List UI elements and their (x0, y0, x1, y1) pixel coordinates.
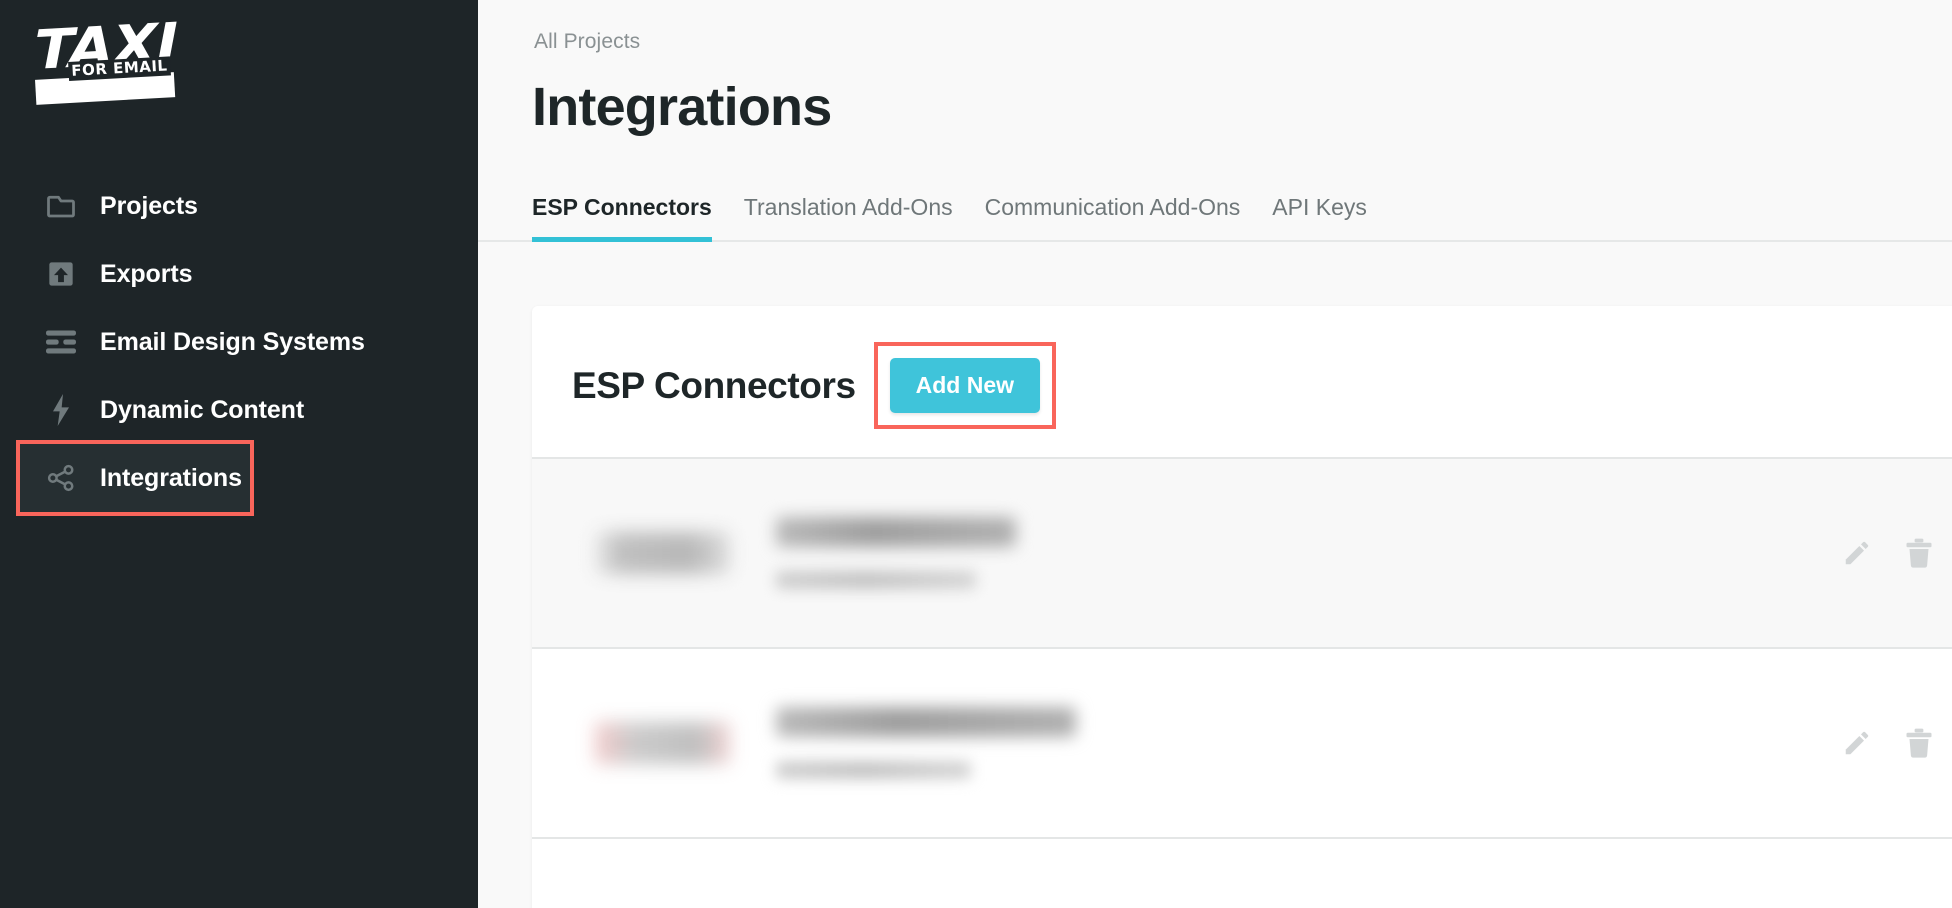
redacted-connector-detail (776, 761, 971, 779)
layout-rows-icon (44, 325, 78, 359)
page-title: Integrations (532, 77, 832, 137)
sidebar-nav: Projects Exports Email Design Systems Dy… (0, 172, 478, 516)
tab-translation-add-ons[interactable]: Translation Add-Ons (744, 194, 953, 242)
pencil-icon[interactable] (1840, 726, 1874, 760)
redacted-logo (594, 722, 730, 764)
redacted-connector-detail (776, 571, 976, 589)
sidebar-item-projects[interactable]: Projects (0, 172, 478, 240)
table-row-divider (532, 837, 1952, 897)
card-header: ESP Connectors Add New (532, 306, 1952, 457)
sidebar-item-email-design-systems[interactable]: Email Design Systems (0, 308, 478, 376)
sidebar-item-label: Email Design Systems (100, 327, 365, 356)
connector-logo (572, 688, 752, 798)
add-new-highlight-box: Add New (873, 342, 1057, 429)
main-content: All Projects Integrations ESP Connectors… (478, 0, 1952, 908)
export-upload-icon (44, 257, 78, 291)
folder-icon (44, 189, 78, 223)
sidebar-item-label: Integrations (100, 463, 242, 492)
table-row[interactable] (532, 457, 1952, 647)
trash-icon[interactable] (1902, 536, 1936, 570)
redacted-logo (594, 532, 730, 574)
tab-bar: ESP Connectors Translation Add-Ons Commu… (532, 186, 1399, 242)
card-title: ESP Connectors (572, 364, 856, 406)
table-row[interactable] (532, 647, 1952, 837)
trash-icon[interactable] (1902, 726, 1936, 760)
tab-api-keys[interactable]: API Keys (1272, 194, 1367, 242)
sidebar-item-exports[interactable]: Exports (0, 240, 478, 308)
connector-list (532, 457, 1952, 897)
breadcrumb[interactable]: All Projects (534, 30, 640, 54)
connector-info (776, 517, 1840, 589)
taxi-for-email-logo[interactable]: TAXI FOR EMAIL (32, 11, 178, 108)
row-actions (1840, 536, 1946, 570)
sidebar: TAXI FOR EMAIL Projects Exports Email De… (0, 0, 478, 908)
sidebar-item-label: Dynamic Content (100, 395, 305, 424)
sidebar-item-label: Projects (100, 191, 198, 220)
tab-esp-connectors[interactable]: ESP Connectors (532, 194, 712, 242)
row-actions (1840, 726, 1946, 760)
sidebar-item-integrations[interactable]: Integrations (16, 440, 254, 516)
sidebar-item-label: Exports (100, 259, 193, 288)
connector-info (776, 707, 1840, 779)
lightning-bolt-icon (44, 393, 78, 427)
add-new-button[interactable]: Add New (889, 358, 1041, 413)
share-nodes-icon (44, 461, 78, 495)
connector-logo (572, 498, 752, 608)
esp-connectors-card: ESP Connectors Add New (532, 306, 1952, 908)
sidebar-item-dynamic-content[interactable]: Dynamic Content (0, 376, 478, 444)
redacted-connector-name (776, 707, 1076, 737)
redacted-connector-name (776, 517, 1016, 547)
pencil-icon[interactable] (1840, 536, 1874, 570)
app-root: TAXI FOR EMAIL Projects Exports Email De… (0, 0, 1952, 908)
tab-communication-add-ons[interactable]: Communication Add-Ons (985, 194, 1241, 242)
